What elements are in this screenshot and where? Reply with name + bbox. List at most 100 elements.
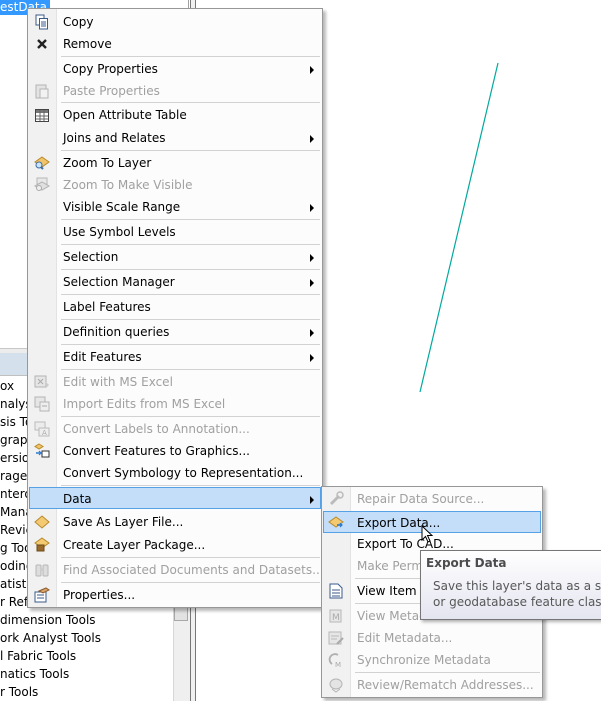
- excel-import-icon: [34, 396, 50, 412]
- menu-item-properties[interactable]: Properties...: [30, 584, 320, 606]
- features-graphics-icon: [34, 443, 50, 459]
- submenu-arrow-icon: [310, 496, 314, 504]
- menu-separator: [61, 219, 320, 220]
- menu-item-label: Definition queries: [63, 325, 170, 339]
- submenu-arrow-icon: [310, 66, 314, 74]
- toolbox-item[interactable]: ork Analyst Tools: [0, 629, 101, 647]
- menu-item-label: Import Edits from MS Excel: [63, 397, 226, 411]
- menu-item-label: Repair Data Source...: [357, 492, 485, 506]
- layer-package-icon: [34, 537, 50, 553]
- menu-separator: [61, 102, 320, 103]
- layer-file-icon: [34, 514, 50, 530]
- menu-item-zoom-to-make-visible[interactable]: Zoom To Make Visible: [30, 174, 320, 196]
- toolbox-item[interactable]: r Tools: [0, 683, 38, 701]
- tooltip-title: Export Data: [426, 556, 507, 570]
- binoculars-icon: [34, 562, 50, 578]
- layer-context-menu: Copy Remove Copy Properties Paste Proper…: [27, 8, 324, 608]
- menu-item-paste-properties[interactable]: Paste Properties: [30, 80, 320, 102]
- menu-item-label: Convert Symbology to Representation...: [63, 466, 304, 480]
- menu-item-label: Data: [63, 492, 92, 506]
- menu-item-label: Open Attribute Table: [63, 108, 187, 122]
- menu-item-import-edits-from-ms-excel[interactable]: Import Edits from MS Excel: [30, 393, 320, 415]
- menu-item-selection[interactable]: Selection: [30, 246, 320, 268]
- submenu-arrow-icon: [310, 204, 314, 212]
- menu-item-use-symbol-levels[interactable]: Use Symbol Levels: [30, 221, 320, 243]
- menu-item-label: Review/Rematch Addresses...: [357, 678, 534, 692]
- submenu-arrow-icon: [310, 354, 314, 362]
- menu-separator: [61, 344, 320, 345]
- menu-item-open-attribute-table[interactable]: Open Attribute Table: [30, 104, 320, 126]
- submenu-arrow-icon: [310, 329, 314, 337]
- menu-item-label: Use Symbol Levels: [63, 225, 176, 239]
- menu-separator: [61, 56, 320, 57]
- submenu-arrow-icon: [310, 254, 314, 262]
- copy-icon: [34, 14, 50, 30]
- menu-item-edit-features[interactable]: Edit Features: [30, 346, 320, 368]
- menu-separator: [61, 294, 320, 295]
- svg-text:M: M: [332, 613, 340, 623]
- toolbox-item[interactable]: dimension Tools: [0, 611, 96, 629]
- menu-item-label: Zoom To Layer: [63, 156, 152, 170]
- menu-item-edit-with-ms-excel[interactable]: Edit with MS Excel: [30, 371, 320, 393]
- menu-item-copy-properties[interactable]: Copy Properties: [30, 58, 320, 80]
- toolbox-scrollbar-thumb[interactable]: [174, 606, 188, 621]
- zoom-visible-icon: [34, 177, 50, 193]
- menu-item-save-as-layer-file[interactable]: Save As Layer File...: [30, 511, 320, 533]
- mouse-cursor-icon: [421, 525, 434, 543]
- menu-item-label-features[interactable]: Label Features: [30, 296, 320, 318]
- rematch-icon: [328, 677, 344, 693]
- menu-item-label: Convert Labels to Annotation...: [63, 422, 250, 436]
- toolbox-item[interactable]: l Fabric Tools: [0, 647, 76, 665]
- menu-item-label: Properties...: [63, 588, 136, 602]
- export-data-tooltip: Export Data Save this layer's data as a …: [420, 550, 601, 620]
- menu-item-visible-scale-range[interactable]: Visible Scale Range: [30, 196, 320, 218]
- menu-separator: [355, 672, 540, 673]
- menu-item-label: Copy Properties: [63, 62, 158, 76]
- menu-item-label: Selection: [63, 250, 119, 264]
- menu-item-convert-labels-to-annotation[interactable]: A Convert Labels to Annotation...: [30, 418, 320, 440]
- menu-item-label: Edit Features: [63, 350, 142, 364]
- menu-item-find-associated-documents[interactable]: Find Associated Documents and Datasets..…: [30, 559, 324, 581]
- toolbox-item[interactable]: ox: [0, 377, 14, 395]
- menu-item-label: Synchronize Metadata: [357, 653, 491, 667]
- menu-item-edit-metadata[interactable]: Edit Metadata...: [324, 627, 540, 649]
- export-data-icon: [328, 515, 344, 531]
- menu-item-joins-and-relates[interactable]: Joins and Relates: [30, 127, 320, 149]
- menu-separator: [61, 269, 320, 270]
- menu-item-label: Copy: [63, 15, 94, 29]
- menu-item-label: Label Features: [63, 300, 151, 314]
- menu-item-label: Create Layer Package...: [63, 538, 206, 552]
- svg-text:M: M: [335, 661, 341, 668]
- menu-item-label: Edit Metadata...: [357, 631, 453, 645]
- menu-item-synchronize-metadata[interactable]: M Synchronize Metadata: [324, 649, 540, 671]
- sync-metadata-icon: M: [328, 652, 344, 668]
- menu-item-review-rematch-addresses[interactable]: Review/Rematch Addresses...: [324, 674, 540, 696]
- menu-item-selection-manager[interactable]: Selection Manager: [30, 271, 320, 293]
- menu-item-data[interactable]: Data: [29, 487, 321, 509]
- menu-item-convert-features-to-graphics[interactable]: Convert Features to Graphics...: [30, 440, 320, 462]
- tooltip-line-1: Save this layer's data as a shapefile: [433, 579, 601, 593]
- menu-separator: [61, 485, 320, 486]
- menu-item-label: Paste Properties: [63, 84, 160, 98]
- menu-item-definition-queries[interactable]: Definition queries: [30, 321, 320, 343]
- repair-icon: [328, 491, 344, 507]
- menu-item-label: Selection Manager: [63, 275, 175, 289]
- menu-item-zoom-to-layer[interactable]: Zoom To Layer: [30, 152, 320, 174]
- table-icon: [34, 107, 50, 123]
- metadata-icon: M: [328, 608, 344, 624]
- menu-item-create-layer-package[interactable]: Create Layer Package...: [30, 534, 320, 556]
- menu-separator: [61, 582, 320, 583]
- svg-text:A: A: [42, 429, 47, 437]
- toolbox-item[interactable]: natics Tools: [0, 665, 69, 683]
- menu-item-label: Remove: [63, 37, 112, 51]
- menu-item-remove[interactable]: Remove: [30, 33, 320, 55]
- menu-item-convert-symbology-to-representation[interactable]: Convert Symbology to Representation...: [30, 462, 320, 484]
- menu-item-label: Joins and Relates: [63, 131, 166, 145]
- menu-item-repair-data-source[interactable]: Repair Data Source...: [324, 488, 540, 510]
- menu-item-label: Find Associated Documents and Datasets..…: [63, 563, 324, 577]
- menu-item-label: Convert Features to Graphics...: [63, 444, 250, 458]
- map-line-feature: [419, 62, 499, 393]
- menu-item-copy[interactable]: Copy: [30, 11, 320, 33]
- excel-edit-icon: [34, 374, 50, 390]
- zoom-to-layer-icon: [34, 155, 50, 171]
